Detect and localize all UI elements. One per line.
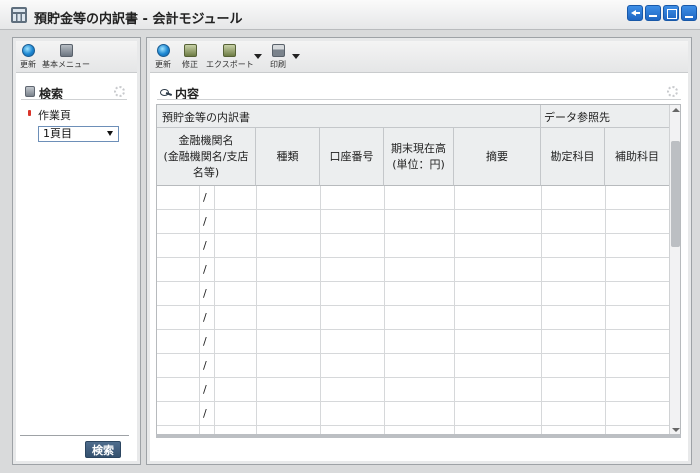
content-toolbar: 更新 修正 エクスポート 印刷 — [150, 41, 688, 73]
table-row[interactable]: / — [157, 258, 669, 282]
table-row[interactable]: / — [157, 306, 669, 330]
horizontal-scrollbar[interactable] — [156, 434, 681, 438]
export-tool[interactable]: エクスポート — [206, 44, 254, 70]
group-header-main: 預貯金等の内訳書 — [157, 105, 541, 127]
bank-branch-separator: / — [203, 383, 207, 396]
refresh-icon — [156, 44, 170, 57]
edit-icon — [183, 44, 197, 57]
content-refresh-tool[interactable]: 更新 — [155, 44, 171, 70]
worksheet-label: 作業頁 — [38, 109, 71, 122]
column-bank-line1: 金融機関名 — [178, 133, 234, 147]
column-bank-line2: (金融機関名/支店 — [163, 149, 249, 163]
print-dropdown-icon[interactable] — [292, 54, 300, 59]
column-balance-line1: 期末現在高 — [391, 141, 446, 155]
required-icon — [28, 110, 31, 116]
table-row[interactable]: / — [157, 282, 669, 306]
maximize-button[interactable] — [663, 5, 679, 21]
column-account-number[interactable]: 口座番号 — [320, 128, 384, 186]
content-section-icon — [160, 88, 172, 97]
bank-branch-separator: / — [203, 263, 207, 276]
title-bar: 預貯金等の内訳書 - 会計モジュール — [0, 0, 700, 30]
bank-branch-separator: / — [203, 311, 207, 324]
calculator-icon — [11, 7, 27, 23]
bank-branch-separator: / — [203, 407, 207, 420]
refresh-icon — [21, 44, 35, 57]
export-label: エクスポート — [206, 60, 254, 69]
column-bank-line3: 名等) — [192, 165, 220, 179]
export-dropdown-icon[interactable] — [254, 54, 262, 59]
worksheet-select-value: 1頁目 — [43, 127, 72, 140]
content-section-rule — [157, 99, 681, 100]
content-refresh-label: 更新 — [155, 60, 171, 69]
bank-branch-separator: / — [203, 215, 207, 228]
window-title: 預貯金等の内訳書 - 会計モジュール — [34, 12, 243, 27]
refresh-tool[interactable]: 更新 — [20, 44, 36, 70]
column-bank-name[interactable]: 金融機関名 (金融機関名/支店 名等) — [157, 128, 256, 186]
table-row[interactable]: / — [157, 402, 669, 426]
search-button[interactable]: 検索 — [85, 441, 121, 458]
print-label: 印刷 — [270, 60, 286, 69]
search-settings-icon[interactable] — [114, 86, 125, 97]
table-row[interactable]: / — [157, 210, 669, 234]
scroll-thumb[interactable] — [671, 141, 680, 247]
bank-branch-separator: / — [203, 335, 207, 348]
data-grid: 預貯金等の内訳書 データ参照先 金融機関名 (金融機関名/支店 名等) 種類 口… — [156, 104, 681, 437]
back-button[interactable] — [627, 5, 643, 21]
print-tool[interactable]: 印刷 — [270, 44, 286, 70]
scroll-down-icon[interactable] — [672, 428, 680, 432]
minimize-button[interactable] — [645, 5, 661, 21]
close-button[interactable] — [681, 5, 697, 21]
search-footer-divider — [20, 435, 129, 436]
column-balance[interactable]: 期末現在高 (単位：円) — [384, 128, 454, 186]
vertical-scrollbar[interactable] — [669, 105, 680, 436]
column-balance-line2: (単位：円) — [392, 157, 445, 171]
export-icon — [223, 44, 237, 57]
column-sub-account[interactable]: 補助科目 — [605, 128, 669, 186]
column-type[interactable]: 種類 — [256, 128, 320, 186]
chevron-down-icon — [107, 131, 113, 136]
group-header-ref: データ参照先 — [544, 111, 610, 124]
refresh-label: 更新 — [20, 60, 36, 69]
edit-label: 修正 — [182, 60, 198, 69]
search-panel — [12, 37, 141, 465]
content-settings-icon[interactable] — [667, 86, 678, 97]
menu-icon — [59, 44, 73, 57]
basic-menu-tool[interactable]: 基本メニュー — [42, 44, 90, 70]
bank-branch-separator: / — [203, 239, 207, 252]
left-toolbar: 更新 基本メニュー — [16, 41, 137, 73]
table-row[interactable]: / — [157, 330, 669, 354]
table-row[interactable]: / — [157, 186, 669, 210]
bank-branch-separator: / — [203, 359, 207, 372]
table-row[interactable]: / — [157, 378, 669, 402]
group-header-row: 預貯金等の内訳書 データ参照先 — [157, 105, 669, 128]
search-section-icon — [25, 86, 35, 97]
table-row[interactable]: / — [157, 354, 669, 378]
basic-menu-label: 基本メニュー — [42, 60, 90, 69]
bank-branch-separator: / — [203, 287, 207, 300]
column-account-title[interactable]: 勘定科目 — [541, 128, 605, 186]
scroll-up-icon[interactable] — [672, 108, 680, 112]
column-summary[interactable]: 摘要 — [454, 128, 541, 186]
edit-tool[interactable]: 修正 — [182, 44, 198, 70]
printer-icon — [271, 44, 285, 57]
table-row[interactable]: / — [157, 234, 669, 258]
search-section-rule — [21, 99, 127, 100]
worksheet-select[interactable]: 1頁目 — [38, 126, 119, 142]
bank-branch-separator: / — [203, 191, 207, 204]
